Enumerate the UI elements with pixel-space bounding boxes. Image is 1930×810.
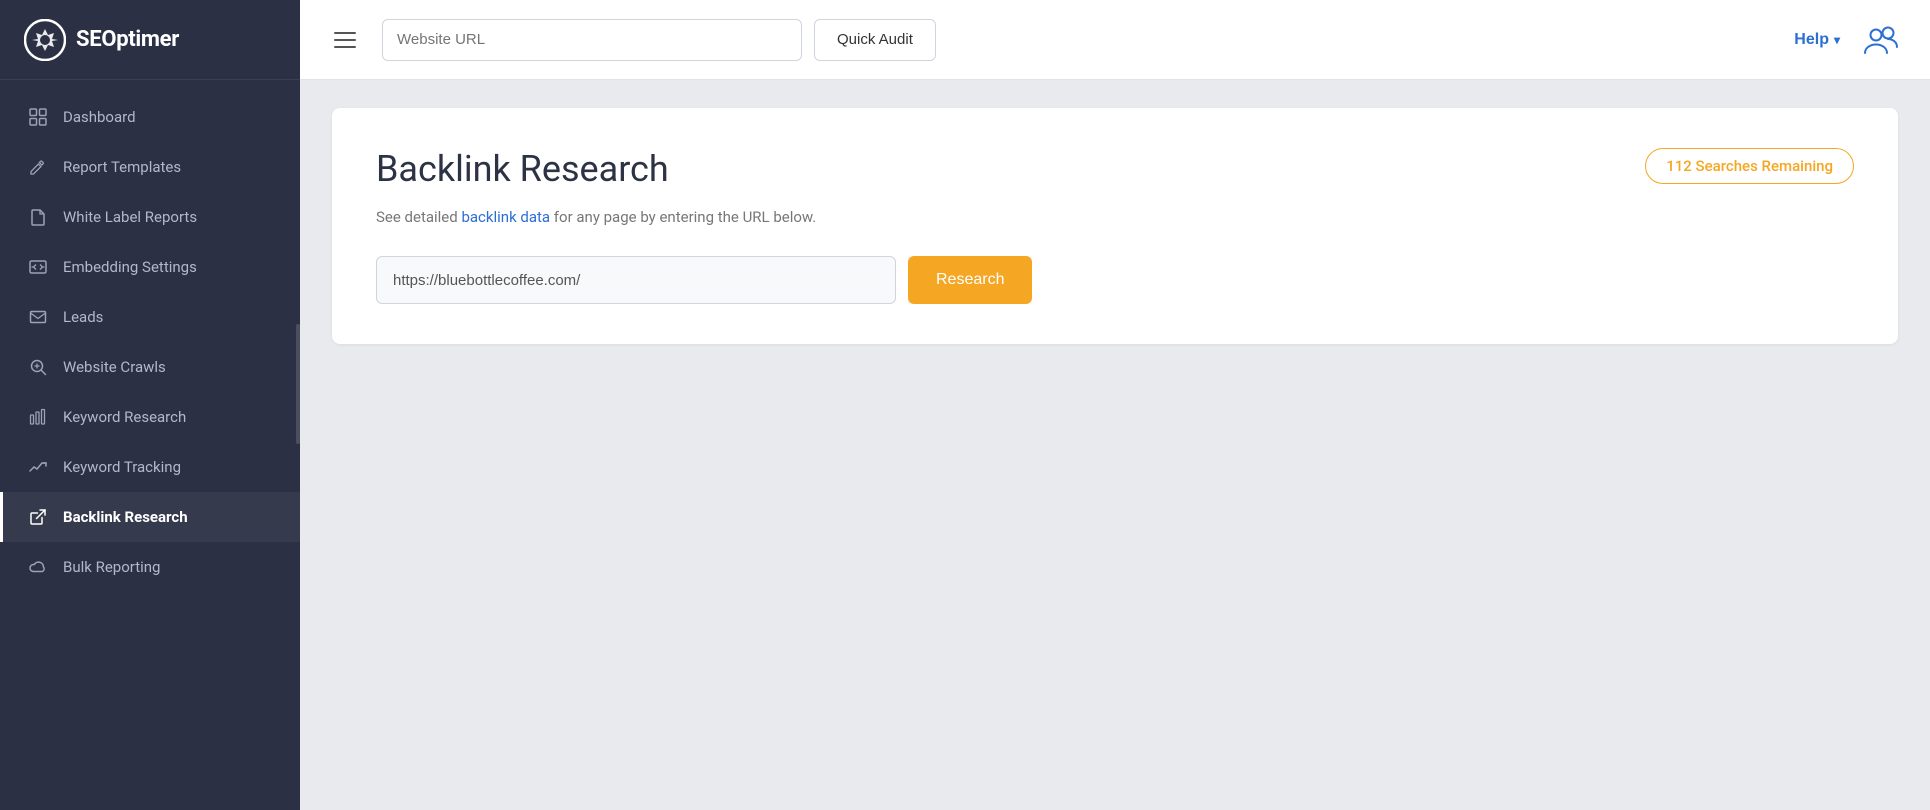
sidebar-logo: SEOptimer — [0, 0, 300, 80]
mail-icon — [27, 306, 49, 328]
hamburger-line-2 — [334, 39, 356, 41]
sidebar-item-backlink-research[interactable]: Backlink Research — [0, 492, 300, 542]
sidebar-item-leads[interactable]: Leads — [0, 292, 300, 342]
sidebar-item-website-crawls-label: Website Crawls — [63, 358, 166, 376]
sidebar-item-backlink-research-label: Backlink Research — [63, 508, 188, 526]
sidebar-item-report-templates-label: Report Templates — [63, 158, 181, 176]
quick-audit-button[interactable]: Quick Audit — [814, 19, 936, 61]
hamburger-line-1 — [334, 32, 356, 34]
sidebar-item-dashboard-label: Dashboard — [63, 108, 136, 126]
edit-icon — [27, 156, 49, 178]
search-circle-icon — [27, 356, 49, 378]
seoptimer-logo-icon — [24, 19, 66, 61]
avatar-icon — [1863, 21, 1901, 59]
scroll-indicator — [296, 324, 300, 444]
research-button[interactable]: Research — [908, 256, 1032, 304]
research-search-row: Research — [376, 256, 1854, 304]
sidebar-navigation: Dashboard Report Templates White Label R… — [0, 80, 300, 810]
sidebar-item-report-templates[interactable]: Report Templates — [0, 142, 300, 192]
sidebar-item-keyword-research-label: Keyword Research — [63, 408, 186, 426]
grid-icon — [27, 106, 49, 128]
hamburger-button[interactable] — [328, 26, 362, 54]
sidebar-item-website-crawls[interactable]: Website Crawls — [0, 342, 300, 392]
searches-remaining-badge: 112 Searches Remaining — [1645, 148, 1854, 184]
sidebar-item-leads-label: Leads — [63, 308, 103, 326]
hamburger-line-3 — [334, 46, 356, 48]
sidebar-item-embedding-settings-label: Embedding Settings — [63, 258, 197, 276]
help-label: Help — [1794, 31, 1829, 49]
card-description: See detailed backlink data for any page … — [376, 208, 1854, 226]
trending-icon — [27, 456, 49, 478]
sidebar-item-embedding-settings[interactable]: Embedding Settings — [0, 242, 300, 292]
sidebar: SEOptimer Dashboard Report — [0, 0, 300, 810]
sidebar-item-bulk-reporting[interactable]: Bulk Reporting — [0, 542, 300, 592]
sidebar-item-keyword-tracking[interactable]: Keyword Tracking — [0, 442, 300, 492]
main-area: Quick Audit Help ▾ Backlink Research See… — [300, 0, 1930, 810]
header-url-input[interactable] — [382, 19, 802, 61]
embed-icon — [27, 256, 49, 278]
bar-chart-icon — [27, 406, 49, 428]
help-button[interactable]: Help ▾ — [1794, 31, 1840, 49]
page-title: Backlink Research — [376, 148, 1854, 190]
sidebar-item-keyword-research[interactable]: Keyword Research — [0, 392, 300, 442]
sidebar-item-white-label-reports[interactable]: White Label Reports — [0, 192, 300, 242]
sidebar-item-keyword-tracking-label: Keyword Tracking — [63, 458, 181, 476]
desc-after: for any page by entering the URL below. — [550, 208, 816, 226]
sidebar-item-dashboard[interactable]: Dashboard — [0, 92, 300, 142]
backlink-research-card: Backlink Research See detailed backlink … — [332, 108, 1898, 344]
research-url-input[interactable] — [376, 256, 896, 304]
sidebar-item-bulk-reporting-label: Bulk Reporting — [63, 558, 160, 576]
user-avatar-button[interactable] — [1862, 20, 1902, 60]
desc-link: backlink data — [461, 208, 550, 226]
sidebar-item-white-label-reports-label: White Label Reports — [63, 208, 197, 226]
external-link-icon — [27, 506, 49, 528]
file-icon — [27, 206, 49, 228]
desc-before: See detailed — [376, 208, 461, 226]
help-caret-icon: ▾ — [1834, 33, 1840, 47]
header: Quick Audit Help ▾ — [300, 0, 1930, 80]
logo-text: SEOptimer — [76, 27, 179, 52]
cloud-icon — [27, 556, 49, 578]
main-content: Backlink Research See detailed backlink … — [300, 80, 1930, 810]
